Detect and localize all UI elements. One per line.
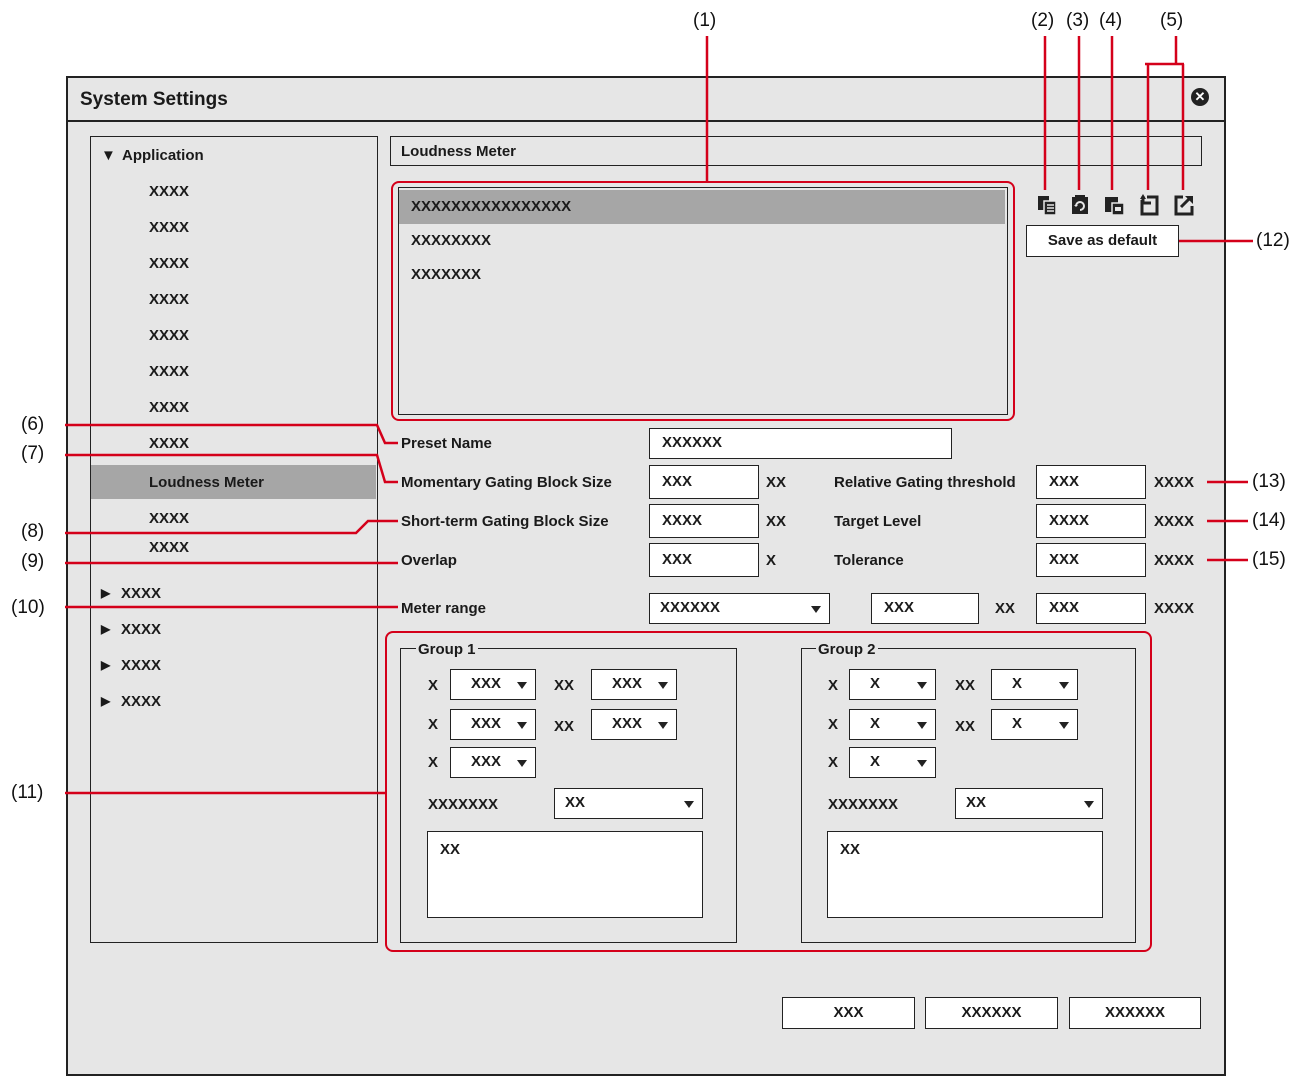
callout-11: (11) bbox=[11, 782, 44, 803]
callout-4: (4) bbox=[1099, 10, 1123, 31]
callout-15: (15) bbox=[1252, 549, 1286, 570]
callout-14: (14) bbox=[1252, 510, 1286, 531]
callout-6: (6) bbox=[21, 414, 45, 435]
callout-8: (8) bbox=[21, 521, 45, 542]
callout-7: (7) bbox=[21, 443, 45, 464]
callout-13: (13) bbox=[1252, 471, 1286, 492]
callout-1: (1) bbox=[693, 10, 717, 31]
callout-3: (3) bbox=[1066, 10, 1090, 31]
callout-lines bbox=[65, 36, 1253, 795]
callout-2: (2) bbox=[1031, 10, 1055, 31]
callout-5: (5) bbox=[1160, 10, 1184, 31]
callout-12: (12) bbox=[1256, 230, 1290, 251]
callout-10: (10) bbox=[11, 597, 45, 618]
callout-9: (9) bbox=[21, 551, 45, 572]
